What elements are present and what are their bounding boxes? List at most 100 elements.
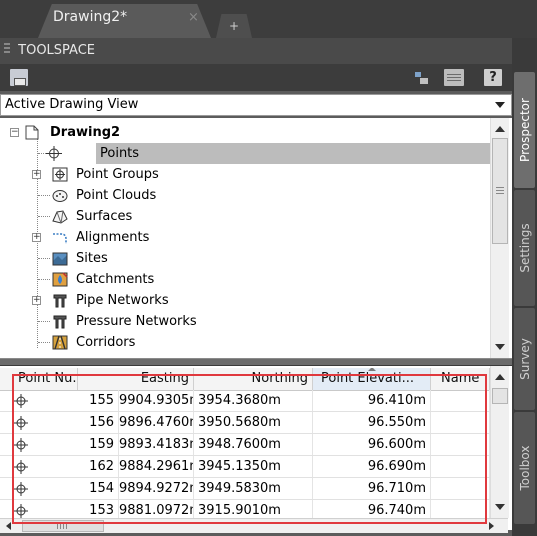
- cell-northing: 3949.5830m: [194, 478, 313, 499]
- scroll-thumb[interactable]: [22, 520, 104, 532]
- tree-item-label: Corridors: [76, 335, 136, 350]
- grip-icon: [4, 43, 10, 55]
- expand-icon[interactable]: +: [32, 233, 41, 242]
- view-dropdown-value: Active Drawing View: [5, 97, 139, 112]
- tree-item-label: Catchments: [76, 272, 155, 287]
- cell-elevation: 96.410m: [313, 390, 431, 411]
- palette-title: TOOLSPACE: [18, 43, 96, 58]
- sort-ascending-icon: [367, 368, 376, 371]
- palette-title-bar[interactable]: TOOLSPACE: [0, 38, 512, 64]
- column-header-point-number[interactable]: Point Nu...: [0, 368, 78, 390]
- tree-item-label: Pipe Networks: [76, 293, 169, 308]
- cell-easting: 9893.4183m: [119, 434, 194, 455]
- tree-view-icon[interactable]: [412, 69, 430, 86]
- panel-splitter[interactable]: [0, 358, 512, 366]
- tab-survey[interactable]: Survey: [514, 308, 535, 410]
- close-icon[interactable]: ×: [188, 10, 199, 25]
- point-icon: [46, 146, 62, 161]
- cell-name: [431, 456, 490, 477]
- tab-label: Settings: [517, 223, 532, 273]
- column-header-point-elevation[interactable]: Point Elevati...: [313, 368, 431, 390]
- pipe-network-icon: [53, 294, 67, 308]
- cell-name: [431, 412, 490, 433]
- cell-point-number: 155: [0, 390, 119, 411]
- points-table: Point Nu... Easting Northing Point Eleva…: [0, 366, 512, 530]
- document-tab-bar: Drawing2* × +: [0, 0, 537, 38]
- tab-drawing2[interactable]: Drawing2* ×: [38, 4, 211, 38]
- tree-item-label: Alignments: [76, 230, 150, 245]
- expand-icon[interactable]: +: [32, 296, 41, 305]
- tree-item-label: Point Groups: [76, 167, 159, 182]
- view-dropdown[interactable]: Active Drawing View: [0, 94, 512, 116]
- cell-elevation: 96.550m: [313, 412, 431, 433]
- tab-label: Survey: [517, 338, 532, 380]
- catchment-icon: [52, 272, 68, 287]
- cell-northing: 3954.3680m: [194, 390, 313, 411]
- chevron-down-icon[interactable]: [495, 102, 505, 108]
- scroll-up-icon[interactable]: [495, 126, 505, 132]
- scroll-right-icon[interactable]: [489, 522, 494, 530]
- scroll-down-icon[interactable]: [495, 504, 505, 510]
- tree-scrollbar[interactable]: [490, 118, 509, 358]
- tree-item-label: Point Clouds: [76, 188, 157, 203]
- pressure-network-icon: [53, 315, 67, 329]
- table-header: Point Nu... Easting Northing Point Eleva…: [0, 368, 490, 391]
- cell-name: [431, 390, 490, 411]
- drawing-icon: [25, 125, 39, 140]
- tree-item-drawing2[interactable]: − Drawing2: [0, 122, 490, 143]
- scroll-down-icon[interactable]: [495, 344, 505, 350]
- cell-name: [431, 434, 490, 455]
- cell-point-number: 159: [0, 434, 119, 455]
- tree-item-label: Pressure Networks: [76, 314, 197, 329]
- cell-northing: 3945.1350m: [194, 456, 313, 477]
- surface-icon: [52, 210, 68, 224]
- cell-name: [431, 478, 490, 499]
- table-row[interactable]: 162 9884.2961m 3945.1350m 96.690m: [0, 456, 490, 478]
- table-row[interactable]: 159 9893.4183m 3948.7600m 96.600m: [0, 434, 490, 456]
- tab-prospector[interactable]: Prospector: [514, 72, 535, 188]
- column-header-name[interactable]: Name: [431, 368, 490, 390]
- column-header-label: Point Elevati...: [321, 371, 414, 386]
- cell-easting: 9896.4760m: [119, 412, 194, 433]
- table-horizontal-scrollbar[interactable]: [0, 518, 508, 533]
- cell-point-number: 162: [0, 456, 119, 477]
- help-button[interactable]: ?: [484, 69, 502, 86]
- cell-point-number: 154: [0, 478, 119, 499]
- tree-item-label: Points: [96, 143, 499, 164]
- scroll-thumb[interactable]: [492, 138, 508, 244]
- tab-settings[interactable]: Settings: [514, 190, 535, 306]
- point-group-icon: [52, 167, 68, 182]
- prospector-view-button[interactable]: [10, 69, 28, 86]
- prospector-tree: − Drawing2 Points + Point Groups Point C…: [0, 118, 512, 358]
- tab-toolbox[interactable]: Toolbox: [514, 412, 535, 524]
- cell-easting: 9894.9272m: [119, 478, 194, 499]
- tree-item-points[interactable]: Points: [0, 143, 499, 164]
- site-icon: [52, 252, 68, 266]
- scroll-thumb[interactable]: [492, 388, 508, 404]
- cell-easting: 9884.2961m: [119, 456, 194, 477]
- cell-elevation: 96.710m: [313, 478, 431, 499]
- table-row[interactable]: 154 9894.9272m 3949.5830m 96.710m: [0, 478, 490, 500]
- table-row[interactable]: 156 9896.4760m 3950.5680m 96.550m: [0, 412, 490, 434]
- collapse-icon[interactable]: −: [10, 128, 19, 137]
- tab-label: Toolbox: [517, 445, 532, 491]
- cell-point-number: 156: [0, 412, 119, 433]
- tree-item-label: Sites: [76, 251, 108, 266]
- cell-northing: 3950.5680m: [194, 412, 313, 433]
- cell-easting: 9904.9305m: [119, 390, 194, 411]
- tab-label: Prospector: [517, 98, 532, 162]
- table-row[interactable]: 155 9904.9305m 3954.3680m 96.410m: [0, 390, 490, 412]
- cell-elevation: 96.690m: [313, 456, 431, 477]
- list-view-icon[interactable]: [444, 69, 464, 86]
- column-header-northing[interactable]: Northing: [194, 368, 313, 390]
- corridor-icon: [52, 335, 68, 350]
- scroll-left-icon[interactable]: [6, 522, 11, 530]
- cell-elevation: 96.600m: [313, 434, 431, 455]
- cell-northing: 3948.7600m: [194, 434, 313, 455]
- expand-icon[interactable]: +: [32, 170, 41, 179]
- tree-item-label: Surfaces: [76, 209, 133, 224]
- scroll-up-icon[interactable]: [495, 374, 505, 380]
- column-header-easting[interactable]: Easting: [78, 368, 194, 390]
- table-scrollbar[interactable]: [490, 366, 509, 518]
- new-tab-button[interactable]: +: [216, 14, 252, 38]
